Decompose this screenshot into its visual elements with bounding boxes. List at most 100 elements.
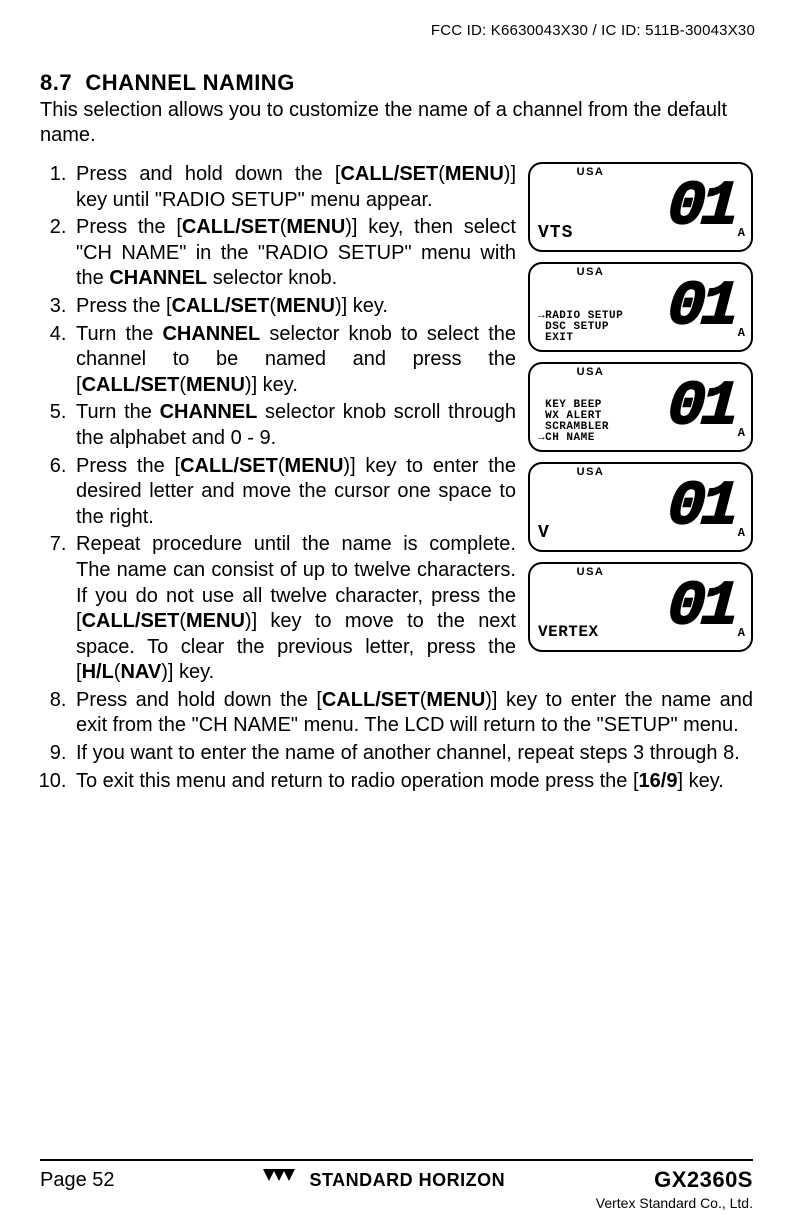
lcd-left-area: USA →RADIO SETUP DSC SETUP EXIT [530, 264, 651, 350]
brand-logo: STANDARD HORIZON [263, 1169, 505, 1192]
step-9: If you want to enter the name of another… [72, 741, 753, 767]
key-hl-nav: [H/L(NAV)] [76, 661, 173, 683]
brand-mark-icon [263, 1169, 299, 1192]
lcd-digit-area: 01A [651, 364, 751, 450]
key-label: 16/9 [639, 770, 678, 792]
lcd-channel-digits: 01 [666, 376, 737, 438]
lcd-screen-2: USA →RADIO SETUP DSC SETUP EXIT 01A [528, 262, 753, 352]
lcd-channel-digits: 01 [666, 176, 737, 238]
two-column-layout: Press and hold down the [CALL/SET(MENU)]… [40, 162, 753, 688]
lcd-screen-1: USAVTS01A [528, 162, 753, 252]
step-8: Press and hold down the [CALL/SET(MENU)]… [72, 688, 753, 739]
key-label: CALL/SET [180, 455, 278, 477]
step-6: Press the [CALL/SET(MENU)] key to enter … [72, 454, 516, 531]
key-label: H/L [82, 661, 114, 683]
text: Press the [76, 295, 166, 317]
section-intro: This selection allows you to customize t… [40, 98, 753, 148]
step-10: To exit this menu and return to radio op… [72, 769, 753, 795]
lcd-channel-digits: 01 [666, 576, 737, 638]
key-call-set-menu: [CALL/SET(MENU)] [335, 163, 516, 185]
text: Press and hold down the [76, 163, 335, 185]
key-label: CALL/SET [340, 163, 438, 185]
lcd-channel-suffix: A [738, 226, 745, 240]
lcd-channel-suffix: A [738, 426, 745, 440]
brand-text: STANDARD HORIZON [309, 1170, 505, 1191]
lcd-channel-suffix: A [738, 526, 745, 540]
lcd-channel-digits: 01 [666, 276, 737, 338]
step-2: Press the [CALL/SET(MENU)] key, then sel… [72, 215, 516, 292]
text: ] key. [677, 770, 723, 792]
page-footer: Page 52 STANDARD HORIZON GX2360S [40, 1159, 753, 1193]
key-label: MENU [445, 163, 504, 185]
text: key. [257, 374, 298, 396]
lcd-usa-indicator: USA [530, 166, 651, 178]
lcd-left-area: USAVTS [530, 164, 651, 250]
text: To exit this menu and return to radio op… [76, 770, 639, 792]
key-call-set-menu: [CALL/SET(MENU)] [176, 216, 357, 238]
footer-rule [40, 1159, 753, 1161]
key-label: MENU [186, 610, 245, 632]
key-label: CALL/SET [82, 374, 180, 396]
key-label: MENU [426, 689, 485, 711]
lcd-column: USAVTS01AUSA→RADIO SETUP DSC SETUP EXIT0… [528, 162, 753, 688]
lcd-usa-indicator: USA [530, 566, 651, 578]
steps-list-upper: Press and hold down the [CALL/SET(MENU)]… [40, 162, 516, 686]
lcd-digit-area: 01A [651, 564, 751, 650]
text: key. [173, 661, 214, 683]
lcd-left-area: USA VERTEX [530, 564, 651, 650]
step-3: Press the [CALL/SET(MENU)] key. [72, 294, 516, 320]
lcd-text: VERTEX [538, 624, 599, 640]
key-call-set-menu: [CALL/SET(MENU)] [166, 295, 347, 317]
lcd-usa-indicator: USA [530, 266, 651, 278]
lcd-digit-area: 01A [651, 264, 751, 350]
lcd-digit-area: 01A [651, 464, 751, 550]
steps-list-lower: Press and hold down the [CALL/SET(MENU)]… [40, 688, 753, 794]
page-number: Page 52 [40, 1169, 115, 1192]
key-label: MENU [285, 455, 344, 477]
text: Turn the [76, 323, 162, 345]
bold-text: CHANNEL [162, 323, 260, 345]
text: Press the [76, 455, 175, 477]
key-label: NAV [120, 661, 161, 683]
lcd-digit-area: 01A [651, 164, 751, 250]
text: key. [347, 295, 388, 317]
text: Turn the [76, 401, 160, 423]
footer-row: Page 52 STANDARD HORIZON GX2360S [40, 1167, 753, 1193]
section-number: 8.7 [40, 70, 72, 95]
key-call-set-menu: [CALL/SET(MENU)] [76, 610, 257, 632]
lcd-menu-lines: →RADIO SETUP DSC SETUP EXIT [538, 311, 623, 344]
key-label: CALL/SET [82, 610, 180, 632]
step-4: Turn the CHANNEL selector knob to select… [72, 322, 516, 399]
company-name: Vertex Standard Co., Ltd. [596, 1195, 753, 1211]
lcd-left-area: USA KEY BEEP WX ALERT SCRAMBLER →CH NAME [530, 364, 651, 450]
text: Press and hold down the [76, 689, 316, 711]
key-label: MENU [286, 216, 345, 238]
text: Press the [76, 216, 176, 238]
key-label: CALL/SET [172, 295, 270, 317]
section-title: CHANNEL NAMING [85, 70, 294, 95]
step-7: Repeat procedure until the name is compl… [72, 532, 516, 686]
document-page: FCC ID: K6630043X30 / IC ID: 511B-30043X… [0, 0, 793, 1215]
key-call-set-menu: [CALL/SET(MENU)] [175, 455, 356, 477]
key-call-set-menu: [CALL/SET(MENU)] [316, 689, 497, 711]
step-1: Press and hold down the [CALL/SET(MENU)]… [72, 162, 516, 213]
lcd-menu-lines: KEY BEEP WX ALERT SCRAMBLER →CH NAME [538, 400, 609, 444]
key-label: MENU [276, 295, 335, 317]
key-label: MENU [186, 374, 245, 396]
text: selector knob. [207, 267, 337, 289]
lcd-channel-digits: 01 [666, 476, 737, 538]
section-heading: 8.7 CHANNEL NAMING [40, 70, 753, 96]
text: If you want to enter the name of another… [76, 742, 740, 764]
text: Repeat procedure until the name is compl… [76, 533, 516, 606]
model-number: GX2360S [654, 1167, 753, 1193]
lcd-text: V [538, 524, 550, 542]
lcd-usa-indicator: USA [530, 366, 651, 378]
steps-column: Press and hold down the [CALL/SET(MENU)]… [40, 162, 516, 688]
key-label: CALL/SET [182, 216, 280, 238]
lcd-usa-indicator: USA [530, 466, 651, 478]
bold-text: CHANNEL [109, 267, 207, 289]
lcd-channel-suffix: A [738, 626, 745, 640]
lcd-screen-5: USA VERTEX 01A [528, 562, 753, 652]
key-call-set-menu: [CALL/SET(MENU)] [76, 374, 257, 396]
bold-text: CHANNEL [160, 401, 258, 423]
